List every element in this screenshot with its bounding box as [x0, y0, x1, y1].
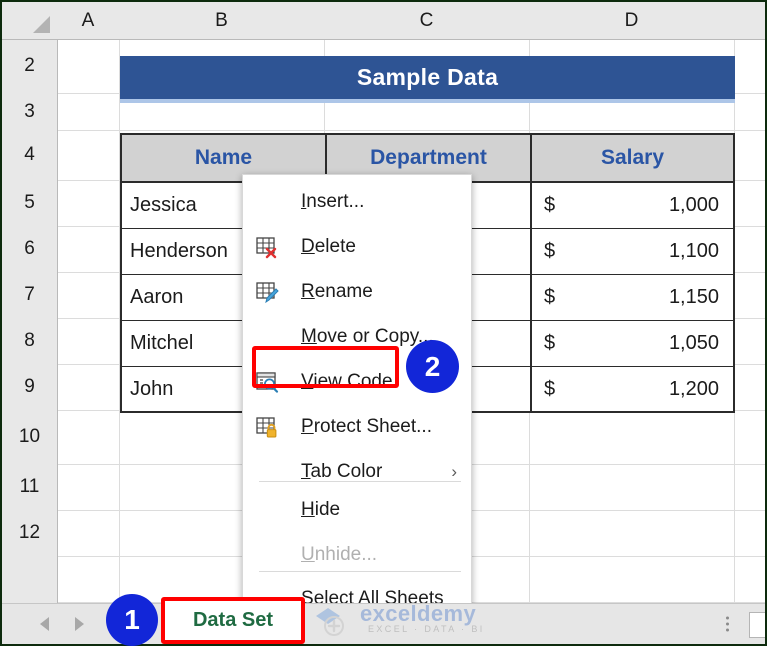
row-header-label: 7	[24, 284, 35, 305]
row-header-3[interactable]: 3	[2, 93, 58, 131]
row-header-7[interactable]: 7	[2, 272, 58, 319]
cell-text: Mitchel	[130, 332, 194, 354]
row-header-9[interactable]: 9	[2, 364, 58, 411]
exceldemy-watermark: exceldemy EXCEL · DATA · BI	[312, 601, 497, 642]
menu-separator	[259, 481, 461, 482]
scrollbar-stub[interactable]	[749, 612, 765, 638]
chevron-right-icon: ›	[451, 462, 457, 481]
row-header-label: 3	[24, 100, 35, 122]
column-letter: D	[624, 9, 639, 31]
column-header-c[interactable]: C	[324, 2, 530, 39]
currency-symbol: $	[544, 286, 556, 308]
row-header-4[interactable]: 4	[2, 130, 58, 181]
cell-text: John	[130, 377, 174, 400]
row-header-6[interactable]: 6	[2, 226, 58, 273]
row-header-8[interactable]: 8	[2, 318, 58, 365]
menu-item-label: Tab Color	[301, 461, 383, 482]
menu-item-label: Unhide...	[301, 544, 378, 565]
cell-text: 1,050	[668, 332, 719, 354]
header-label: Department	[370, 146, 487, 169]
column-letter: A	[81, 9, 95, 31]
row-header-11[interactable]: 11	[2, 464, 58, 511]
step-badge-1: 1	[106, 594, 158, 646]
row-header-label: 8	[24, 330, 35, 351]
cell-text: 1,200	[668, 377, 719, 400]
menu-item-label: Protect Sheet...	[301, 416, 432, 437]
row-header-label: 2	[24, 55, 35, 76]
sheet-nav-arrows[interactable]	[40, 604, 84, 644]
row-header-10[interactable]: 10	[2, 410, 58, 465]
currency-symbol: $	[544, 193, 556, 216]
row-header-12[interactable]: 12	[2, 510, 58, 557]
menu-item-tab-color[interactable]: Tab Color ›	[243, 453, 471, 491]
cell-salary-3[interactable]: $1,150	[532, 274, 733, 320]
column-letter: C	[419, 9, 434, 31]
badge-number: 2	[424, 350, 441, 382]
cell-salary-2[interactable]: $1,100	[532, 228, 733, 274]
nav-previous-icon[interactable]	[40, 617, 49, 631]
sheet-tab-highlight-box	[161, 597, 305, 644]
cell-text: 1,100	[668, 240, 719, 262]
view-code-highlight-box	[252, 346, 399, 388]
banner-underline	[120, 99, 735, 103]
menu-item-label: Hide	[301, 499, 341, 520]
menu-item-label: Delete	[301, 236, 356, 257]
column-header-e-partial[interactable]	[734, 2, 765, 39]
menu-item-label: Rename	[301, 281, 373, 302]
menu-item-protect-sheet[interactable]: Protect Sheet...	[243, 408, 471, 446]
menu-item-hide[interactable]: Hide	[243, 491, 471, 529]
nav-next-icon[interactable]	[75, 617, 84, 631]
column-header-salary: Salary	[532, 135, 733, 181]
menu-item-rename[interactable]: Rename	[243, 273, 471, 311]
row-header-label: 6	[24, 238, 35, 259]
column-header-a[interactable]: A	[57, 2, 120, 39]
row-header-5[interactable]: 5	[2, 180, 58, 227]
worksheet-grid[interactable]: 2 3 4 5 6 7 8 9 10 11 12 Sample Data Nam…	[2, 2, 765, 604]
row-header-label: 10	[18, 426, 41, 447]
menu-item-insert[interactable]: Insert...	[243, 183, 471, 221]
cell-text: Aaron	[130, 286, 184, 308]
currency-symbol: $	[544, 240, 556, 262]
cell-salary-1[interactable]: $1,000	[532, 182, 733, 228]
badge-number: 1	[124, 604, 140, 635]
row-header-partial[interactable]	[2, 556, 58, 604]
status-options-handle[interactable]	[726, 616, 729, 632]
currency-symbol: $	[544, 377, 556, 400]
menu-item-delete[interactable]: Delete	[243, 228, 471, 266]
cell-salary-5[interactable]: $1,200	[532, 366, 733, 411]
column-letter: B	[215, 9, 228, 31]
cell-text: Jessica	[130, 193, 197, 216]
menu-item-label: Insert...	[301, 191, 365, 212]
banner-title: Sample Data	[356, 64, 499, 90]
watermark-logo-icon	[316, 608, 344, 636]
cell-text: 1,000	[668, 193, 719, 216]
row-header-label: 12	[18, 522, 41, 543]
protect-sheet-icon	[255, 415, 279, 439]
row-header-2[interactable]: 2	[2, 39, 58, 94]
row-header-label: 9	[24, 376, 35, 397]
step-badge-2: 2	[406, 340, 459, 393]
select-all-triangle-icon	[33, 16, 50, 33]
row-header-label: 4	[24, 144, 35, 165]
cell-text: 1,150	[668, 286, 719, 308]
cell-salary-4[interactable]: $1,050	[532, 320, 733, 366]
menu-item-unhide: Unhide...	[243, 536, 471, 574]
row-header-label: 5	[24, 192, 35, 213]
cell-text: Henderson	[130, 240, 228, 262]
header-label: Salary	[600, 146, 665, 169]
excel-window: 2 3 4 5 6 7 8 9 10 11 12 Sample Data Nam…	[0, 0, 767, 646]
currency-symbol: $	[544, 332, 556, 354]
row-header-label: 11	[19, 476, 40, 497]
sample-data-banner: Sample Data	[120, 56, 735, 99]
column-header-d[interactable]: D	[529, 2, 735, 39]
column-header-b[interactable]: B	[119, 2, 325, 39]
watermark-tagline: EXCEL · DATA · BI	[368, 624, 485, 634]
select-all-corner[interactable]	[2, 2, 58, 39]
menu-separator	[259, 571, 461, 572]
delete-sheet-icon	[255, 235, 279, 259]
header-label: Name	[194, 146, 253, 169]
menu-item-label: Move or Copy...	[301, 326, 434, 347]
rename-sheet-icon	[255, 280, 279, 304]
